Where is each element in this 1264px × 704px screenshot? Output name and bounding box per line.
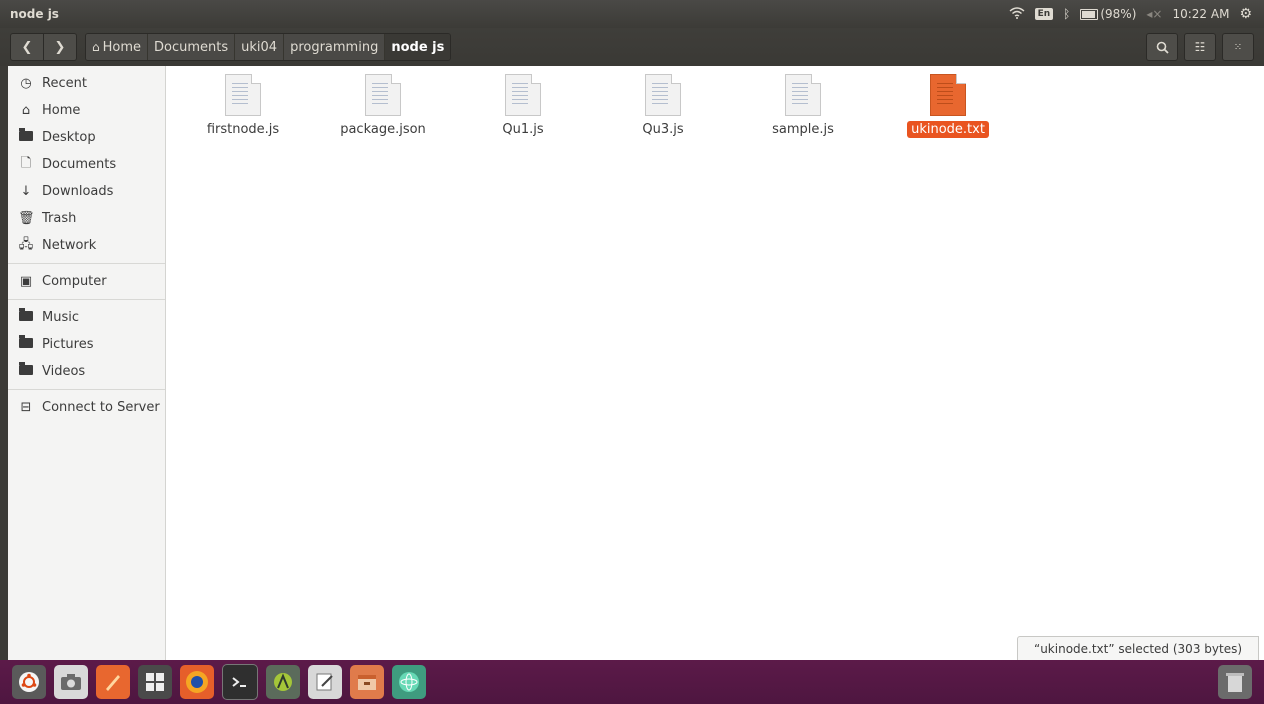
forward-button[interactable]: ❯ <box>44 33 77 61</box>
breadcrumb-documents[interactable]: Documents <box>148 34 236 60</box>
sidebar-item-downloads[interactable]: ↓ Downloads <box>8 178 165 205</box>
file-name: Qu3.js <box>642 122 684 137</box>
text-editor-icon[interactable] <box>308 665 342 699</box>
folder-icon <box>19 128 33 141</box>
sidebar-divider <box>8 389 165 390</box>
inkscape-icon[interactable] <box>96 665 130 699</box>
battery-text: (98%) <box>1100 7 1137 21</box>
search-button[interactable] <box>1146 33 1178 61</box>
file-item[interactable]: sample.js <box>743 74 863 138</box>
atom-icon[interactable] <box>392 665 426 699</box>
file-name: ukinode.txt <box>907 121 989 138</box>
sidebar-divider <box>8 263 165 264</box>
file-item[interactable]: package.json <box>323 74 443 138</box>
file-item[interactable]: firstnode.js <box>183 74 303 138</box>
sidebar-item-computer[interactable]: ▣ Computer <box>8 268 165 295</box>
trash-icon: 🗑 <box>18 211 35 226</box>
download-icon: ↓ <box>20 184 32 199</box>
breadcrumb-uki04[interactable]: uki04 <box>235 34 285 60</box>
file-item[interactable]: Qu3.js <box>603 74 723 138</box>
terminal-icon[interactable] <box>222 664 258 700</box>
sidebar-item-home[interactable]: ⌂ Home <box>8 97 165 124</box>
battery-indicator[interactable]: (98%) <box>1080 7 1136 21</box>
menu-button[interactable]: ⁙ <box>1222 33 1254 61</box>
bluetooth-icon[interactable]: ᛒ <box>1063 7 1070 21</box>
dock-trash-icon[interactable] <box>1218 665 1252 699</box>
folder-icon <box>19 362 33 375</box>
sidebar: ◷ Recent ⌂ Home Desktop 🗋 Documents ↓ Downlo… <box>8 66 166 660</box>
file-name: sample.js <box>772 122 834 137</box>
settings-gear-icon[interactable]: ⚙ <box>1239 6 1252 22</box>
list-view-icon: ☷ <box>1194 40 1206 54</box>
grid-menu-icon: ⁙ <box>1233 41 1243 53</box>
breadcrumb-node-js[interactable]: node js <box>385 34 451 60</box>
file-view[interactable]: firstnode.js package.json Qu1.js Qu3.js … <box>166 66 1264 660</box>
file-name: Qu1.js <box>502 122 544 137</box>
home-icon: ⌂ <box>92 40 100 54</box>
app-grid-icon[interactable] <box>138 665 172 699</box>
sidebar-item-trash[interactable]: 🗑 Trash <box>8 205 165 232</box>
search-icon <box>1156 41 1169 54</box>
keyboard-layout-indicator[interactable]: En <box>1034 8 1054 20</box>
text-file-icon <box>645 74 681 116</box>
home-icon: ⌂ <box>21 103 31 118</box>
text-file-icon <box>505 74 541 116</box>
breadcrumb-programming[interactable]: programming <box>284 34 386 60</box>
text-file-icon <box>785 74 821 116</box>
chevron-left-icon: ❮ <box>21 39 33 55</box>
launcher-dock <box>0 660 1264 704</box>
file-name: firstnode.js <box>206 122 280 137</box>
folder-icon <box>19 335 33 348</box>
status-bar: “ukinode.txt” selected (303 bytes) <box>1017 636 1259 662</box>
sidebar-item-connect-to-server[interactable]: ⊟ Connect to Server <box>8 394 165 421</box>
file-name: package.json <box>340 122 426 137</box>
server-icon: ⊟ <box>20 400 32 415</box>
chevron-right-icon: ❯ <box>54 39 66 55</box>
battery-icon <box>1080 9 1099 20</box>
file-item[interactable]: Qu1.js <box>463 74 583 138</box>
list-view-button[interactable]: ☷ <box>1184 33 1216 61</box>
wifi-icon[interactable] <box>1009 6 1025 22</box>
archive-manager-icon[interactable] <box>350 665 384 699</box>
sidebar-item-documents[interactable]: 🗋 Documents <box>8 151 165 178</box>
sidebar-item-desktop[interactable]: Desktop <box>8 124 165 151</box>
sidebar-item-music[interactable]: Music <box>8 304 165 331</box>
text-file-icon <box>365 74 401 116</box>
top-panel: node js En ᛒ (98%) ◂× 10:22 AM ⚙ <box>0 0 1264 28</box>
camera-icon[interactable] <box>54 665 88 699</box>
window-title: node js <box>10 7 59 21</box>
sidebar-item-network[interactable]: 🖧 Network <box>8 232 165 259</box>
text-file-icon <box>225 74 261 116</box>
system-indicators: En ᛒ (98%) ◂× 10:22 AM ⚙ <box>1009 6 1264 22</box>
breadcrumb: ⌂ Home Documents uki04 programming node j… <box>85 33 452 61</box>
folder-icon <box>19 308 33 321</box>
clock[interactable]: 10:22 AM <box>1172 7 1229 21</box>
file-item-selected[interactable]: ukinode.txt <box>888 74 1008 138</box>
firefox-icon[interactable] <box>180 665 214 699</box>
android-studio-icon[interactable] <box>266 665 300 699</box>
sidebar-item-videos[interactable]: Videos <box>8 358 165 385</box>
document-icon: 🗋 <box>20 155 32 171</box>
text-file-icon <box>930 74 966 116</box>
computer-icon: ▣ <box>19 274 33 289</box>
sidebar-item-pictures[interactable]: Pictures <box>8 331 165 358</box>
breadcrumb-home[interactable]: ⌂ Home <box>86 34 149 60</box>
ubuntu-dash-icon[interactable] <box>12 665 46 699</box>
toolbar: ❮ ❯ ⌂ Home Documents uki04 programming no… <box>0 28 1264 66</box>
window-edge <box>0 66 8 660</box>
sidebar-item-recent[interactable]: ◷ Recent <box>8 70 165 97</box>
network-icon: 🖧 <box>18 236 34 252</box>
volume-muted-icon[interactable]: ◂× <box>1146 7 1162 21</box>
sidebar-divider <box>8 299 165 300</box>
clock-icon: ◷ <box>20 76 32 91</box>
back-button[interactable]: ❮ <box>10 33 44 61</box>
